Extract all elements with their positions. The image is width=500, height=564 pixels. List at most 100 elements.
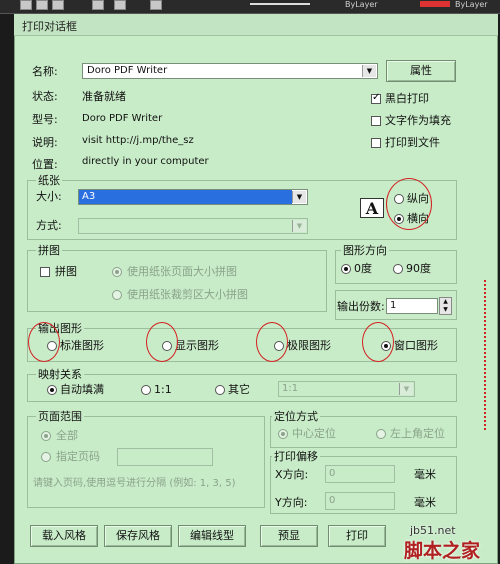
- standard-graphics-label: 标准图形: [60, 339, 104, 352]
- annotation-scribble: [484, 280, 487, 430]
- text-fill-label: 文字作为填充: [385, 114, 451, 127]
- annotation-circle: [386, 178, 432, 230]
- all-pages-radio[interactable]: [41, 431, 51, 441]
- annotation-circle: [256, 322, 288, 362]
- y-offset-input[interactable]: 0: [325, 492, 395, 510]
- status-value: 准备就绪: [82, 90, 126, 103]
- load-style-button[interactable]: 载入风格: [30, 525, 98, 547]
- y-offset-label: Y方向:: [275, 496, 308, 509]
- extent-graphics-label: 极限图形: [287, 339, 331, 352]
- other-ratio-radio[interactable]: [215, 385, 225, 395]
- paper-method-label: 方式:: [36, 219, 62, 232]
- annotation-circle: [28, 322, 60, 362]
- location-value: directly in your computer: [82, 156, 209, 167]
- linetype-bylayer[interactable]: ByLayer: [345, 0, 378, 9]
- tile-page-size-radio[interactable]: [112, 267, 122, 277]
- y-offset-unit: 毫米: [414, 496, 436, 509]
- copies-input[interactable]: 1: [386, 298, 438, 314]
- x-offset-input[interactable]: 0: [325, 465, 395, 483]
- page-range-group-title: 页面范围: [36, 410, 84, 423]
- properties-button[interactable]: 属性: [386, 60, 456, 82]
- page-range-hint: 请键入页码,使用逗号进行分隔 (例如: 1, 3, 5): [33, 478, 236, 489]
- chevron-down-icon[interactable]: ▼: [362, 65, 376, 77]
- watermark-logo: 脚本之家: [404, 540, 481, 562]
- direction-group-title: 图形方向: [341, 244, 389, 257]
- x-offset-label: X方向:: [275, 468, 309, 481]
- text-fill-checkbox[interactable]: [371, 116, 381, 126]
- top-left-position-radio[interactable]: [376, 429, 386, 439]
- copies-stepper[interactable]: ▲ ▼: [439, 297, 452, 315]
- description-value: visit http://j.mp/the_sz: [82, 135, 194, 146]
- new-file-icon[interactable]: [20, 0, 32, 10]
- deg0-label: 0度: [354, 262, 372, 275]
- save-style-button[interactable]: 保存风格: [104, 525, 172, 547]
- bw-print-label: 黑白打印: [385, 92, 429, 105]
- chevron-down-icon[interactable]: ▼: [292, 191, 306, 203]
- top-left-position-label: 左上角定位: [390, 427, 445, 440]
- bw-print-checkbox[interactable]: [371, 92, 381, 104]
- linetype-sample: [250, 3, 310, 5]
- deg90-label: 90度: [406, 262, 431, 275]
- print-to-file-checkbox[interactable]: [371, 138, 381, 148]
- preview-button[interactable]: 预显: [260, 525, 318, 547]
- color-swatch: [420, 1, 450, 7]
- other-ratio-label: 其它: [228, 383, 250, 396]
- deg0-radio[interactable]: [341, 264, 351, 274]
- paper-method-combo[interactable]: ▼: [78, 218, 308, 234]
- edit-linetype-button[interactable]: 编辑线型: [178, 525, 246, 547]
- tile-checkbox-label: 拼图: [55, 265, 77, 278]
- one-to-one-label: 1:1: [154, 383, 172, 396]
- tile-page-size-label: 使用纸张页面大小拼图: [127, 265, 237, 278]
- x-offset-unit: 毫米: [414, 468, 436, 481]
- center-position-radio[interactable]: [278, 429, 288, 439]
- location-label: 位置:: [32, 158, 58, 171]
- auto-fill-radio[interactable]: [47, 385, 57, 395]
- color-bylayer[interactable]: ByLayer: [455, 0, 488, 9]
- orientation-icon: A: [360, 198, 384, 218]
- position-group-title: 定位方式: [272, 410, 320, 423]
- preview-icon[interactable]: [114, 0, 126, 10]
- paper-group-title: 纸张: [36, 174, 62, 187]
- dialog-titlebar: [14, 14, 498, 36]
- paper-size-value: A3: [79, 190, 292, 204]
- x-offset-value: 0: [329, 468, 336, 479]
- tile-checkbox[interactable]: [40, 267, 50, 277]
- printer-name-label: 名称:: [32, 65, 58, 78]
- ratio-value: 1:1: [282, 383, 299, 394]
- printer-name-combo[interactable]: Doro PDF Writer ▼: [82, 63, 378, 79]
- deg90-radio[interactable]: [393, 264, 403, 274]
- tile-crop-size-radio[interactable]: [112, 290, 122, 300]
- chevron-down-icon[interactable]: ▼: [399, 383, 413, 395]
- ratio-combo[interactable]: 1:1 ▼: [278, 381, 415, 397]
- description-label: 说明:: [32, 136, 58, 149]
- chevron-down-icon[interactable]: ▼: [292, 220, 306, 232]
- open-file-icon[interactable]: [36, 0, 48, 10]
- all-pages-label: 全部: [56, 429, 78, 442]
- paper-size-combo[interactable]: A3 ▼: [78, 189, 308, 205]
- save-file-icon[interactable]: [52, 0, 64, 10]
- printer-name-value: Doro PDF Writer: [87, 65, 168, 76]
- status-label: 状态:: [32, 90, 58, 103]
- auto-fill-label: 自动填满: [60, 383, 104, 396]
- center-position-label: 中心定位: [292, 427, 336, 440]
- print-icon[interactable]: [92, 0, 104, 10]
- tile-group: [27, 250, 327, 312]
- tile-crop-size-label: 使用纸张裁剪区大小拼图: [127, 288, 248, 301]
- one-to-one-radio[interactable]: [141, 385, 151, 395]
- display-graphics-label: 显示图形: [175, 339, 219, 352]
- dialog-title: 打印对话框: [22, 20, 77, 33]
- page-numbers-input[interactable]: [117, 448, 213, 466]
- tile-group-title: 拼图: [36, 244, 62, 257]
- type-value: Doro PDF Writer: [82, 113, 163, 124]
- specify-pages-label: 指定页码: [56, 450, 100, 463]
- paper-size-label: 大小:: [36, 190, 62, 203]
- window-graphics-label: 窗口图形: [394, 339, 438, 352]
- print-button[interactable]: 打印: [328, 525, 386, 547]
- copies-value: 1: [390, 300, 397, 311]
- print-to-file-label: 打印到文件: [385, 136, 440, 149]
- offset-group-title: 打印偏移: [272, 450, 320, 463]
- cut-icon[interactable]: [150, 0, 162, 10]
- specify-pages-radio[interactable]: [41, 452, 51, 462]
- y-offset-value: 0: [329, 495, 336, 506]
- mapping-group-title: 映射关系: [36, 368, 84, 381]
